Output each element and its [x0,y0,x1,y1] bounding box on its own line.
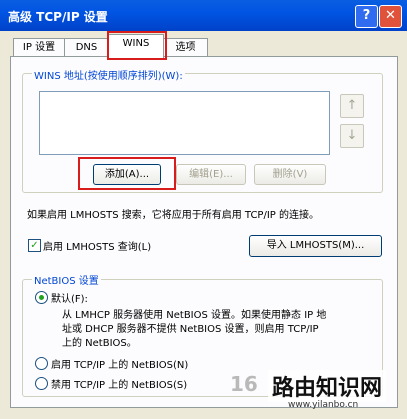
delete-button[interactable]: 删除(V) [254,164,326,185]
help-button[interactable]: ? [355,5,378,28]
highlight-box-add [78,157,176,190]
tab-dns[interactable]: DNS [64,38,109,57]
title-bar: 高级 TCP/IP 设置 ? ✕ [0,0,407,31]
watermark-faded-text: 16 [230,372,258,396]
netbios-default-radio[interactable] [35,291,48,304]
netbios-disable-radio[interactable] [35,377,48,390]
close-button[interactable]: ✕ [379,5,402,28]
window-title: 高级 TCP/IP 设置 [8,10,108,24]
netbios-default-desc-line3: 上的 NetBIOS。 [62,338,137,349]
edit-button[interactable]: 编辑(E)... [176,164,246,185]
wins-group-label: WINS 地址(按使用顺序排列)(W): [32,67,185,82]
netbios-default-desc-line2: 址或 DHCP 服务器不提供 NetBIOS 设置，则启用 TCP/IP [62,324,319,335]
tab-ip-settings[interactable]: IP 设置 [13,38,65,57]
wins-address-list[interactable] [39,91,330,155]
netbios-default-label: 默认(F): [51,294,88,305]
netbios-default-desc-line1: 从 LMHCP 服务器使用 NetBIOS 设置。如果使用静态 IP 地 [62,310,327,321]
move-up-button[interactable]: ↑ [340,94,364,118]
netbios-enable-radio[interactable] [35,357,48,370]
netbios-group-label: NetBIOS 设置 [32,272,101,287]
lmhosts-info-text: 如果启用 LMHOSTS 搜索，它将应用于所有启用 TCP/IP 的连接。 [27,210,319,221]
import-lmhosts-button[interactable]: 导入 LMHOSTS(M)... [249,235,382,257]
watermark-url: www.yilanbo.cn [288,400,359,410]
netbios-enable-label: 启用 TCP/IP 上的 NetBIOS(N) [51,360,189,371]
watermark-logo-text: 路由知识网 [268,370,387,402]
move-down-button[interactable]: ↓ [340,124,364,148]
lmhosts-checkbox[interactable]: ✓ [28,239,41,252]
netbios-disable-label: 禁用 TCP/IP 上的 NetBIOS(S) [51,380,188,391]
highlight-box-wins-tab [107,31,167,60]
tab-options[interactable]: 选项 [163,38,208,57]
lmhosts-checkbox-label: 启用 LMHOSTS 查询(L) [43,242,152,253]
